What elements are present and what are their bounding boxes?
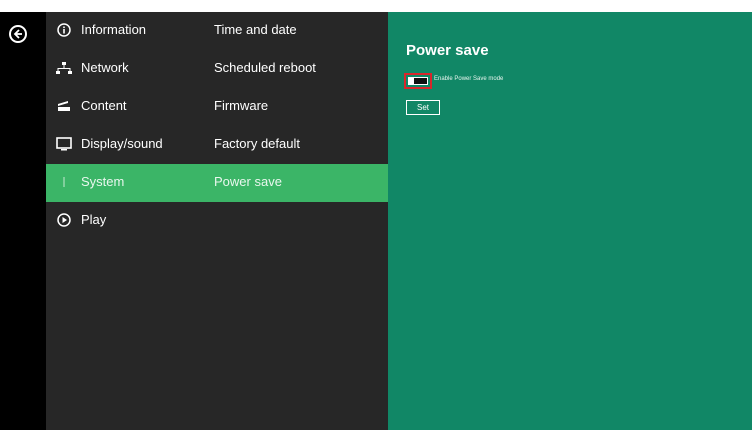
menu-label-play: Play [81, 212, 107, 227]
power-save-panel: Power save Enable Power Save mode Set [388, 12, 752, 430]
menu-row-content[interactable]: Content Firmware [46, 88, 388, 126]
submenu-scheduled-reboot[interactable]: Scheduled reboot [214, 60, 316, 76]
menu-row-information[interactable]: Information Time and date [46, 12, 388, 50]
panel-title: Power save [406, 42, 489, 59]
menu-label-information: Information [81, 22, 147, 37]
content-icon [56, 98, 72, 114]
info-icon [56, 22, 72, 38]
play-icon [56, 212, 72, 228]
system-icon [56, 174, 72, 190]
app-screen: Information Time and date Network Schedu… [0, 12, 752, 430]
display-icon [56, 136, 72, 152]
submenu-factory-default[interactable]: Factory default [214, 136, 300, 152]
settings-menu: Information Time and date Network Schedu… [46, 12, 388, 430]
menu-label-system: System [81, 174, 125, 189]
menu-row-display-sound[interactable]: Display/sound Factory default [46, 126, 388, 164]
menu-row-play[interactable]: Play [46, 202, 388, 240]
left-rail [0, 12, 46, 430]
submenu-firmware[interactable]: Firmware [214, 98, 268, 114]
toggle-knob [409, 78, 414, 84]
menu-row-system[interactable]: System Power save [46, 164, 388, 202]
back-arrow-icon[interactable] [9, 25, 27, 43]
menu-label-network: Network [81, 60, 129, 75]
menu-label-display-sound: Display/sound [81, 136, 163, 151]
toggle-label: Enable Power Save mode [434, 76, 504, 82]
set-button[interactable]: Set [406, 100, 440, 115]
submenu-time-and-date[interactable]: Time and date [214, 22, 297, 38]
toggle-highlight [404, 73, 432, 89]
menu-row-network[interactable]: Network Scheduled reboot [46, 50, 388, 88]
menu-label-content: Content [81, 98, 127, 113]
submenu-power-save[interactable]: Power save [214, 174, 282, 190]
power-save-toggle[interactable] [408, 77, 428, 85]
network-icon [56, 60, 72, 76]
